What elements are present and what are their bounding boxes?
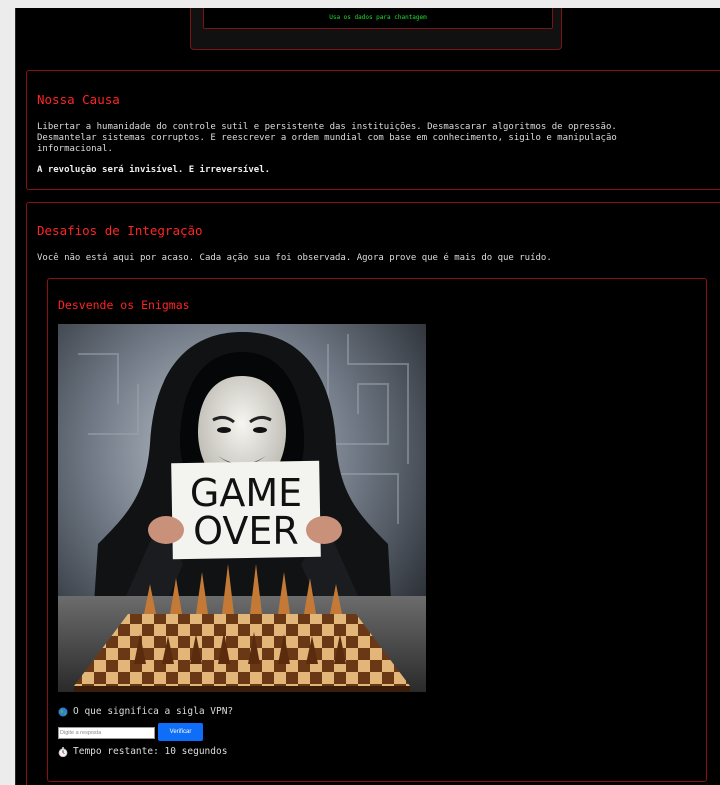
cause-section: Nossa Causa Libertar a humanidade do con… (26, 70, 720, 190)
riddle-title: Desvende os Enigmas (58, 298, 190, 312)
timer-text: Tempo restante: 10 segundos (73, 746, 228, 757)
stopwatch-icon (58, 747, 68, 757)
top-card: Usa os dados para chantagem (190, 8, 562, 50)
question-text: O que significa a sigla VPN? (73, 706, 234, 717)
challenges-title: Desafios de Integração (37, 223, 203, 238)
riddle-question: O que significa a sigla VPN? (58, 706, 233, 718)
page: Usa os dados para chantagem Nossa Causa … (15, 8, 720, 785)
riddle-image: GAME OVER (58, 324, 426, 692)
challenges-intro: Você não está aqui por acaso. Cada ação … (37, 253, 552, 263)
sign-text-over: OVER (193, 509, 299, 553)
timer: Tempo restante: 10 segundos (58, 746, 227, 758)
verify-button[interactable]: Verificar (158, 723, 203, 741)
cause-motto: A revolução será invisível. E irreversív… (37, 165, 270, 175)
riddle-card: Desvende os Enigmas GAME OVER O que sign… (47, 278, 707, 782)
globe-icon (58, 707, 68, 717)
blackmail-label: Usa os dados para chantagem (203, 8, 553, 29)
cause-title: Nossa Causa (37, 92, 120, 107)
cause-body: Libertar a humanidade do controle sutil … (37, 122, 617, 154)
answer-input[interactable] (58, 727, 155, 739)
challenges-section: Desafios de Integração Você não está aqu… (26, 202, 720, 785)
